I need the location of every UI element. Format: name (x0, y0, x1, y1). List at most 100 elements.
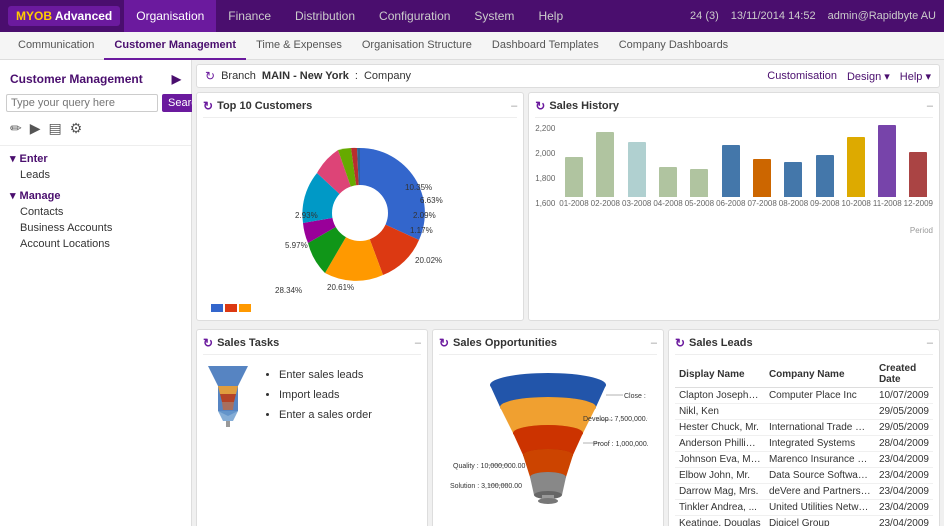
tab-communication[interactable]: Communication (8, 32, 104, 60)
leads-table: Display Name Company Name Created Date C… (675, 361, 933, 526)
top-nav-finance[interactable]: Finance (216, 0, 283, 32)
table-row[interactable]: Hester Chuck, Mr. International Trade Ce… (675, 420, 933, 436)
task-enter-order[interactable]: Enter a sales order (279, 406, 372, 426)
bar-value (816, 155, 834, 197)
svg-text:1.17%: 1.17% (410, 226, 433, 235)
widget-sales-leads-title: ↻ Sales Leads (675, 336, 753, 350)
user-display[interactable]: admin@Rapidbyte AU (828, 10, 936, 22)
opp-funnel-chart: Close : 800,000.00 Develop : 7,500,000.0… (448, 365, 648, 525)
sidebar-title: Customer Management (10, 72, 143, 86)
widget-grid-top: ↻ Top 10 Customers – (196, 92, 940, 325)
company-label: Company (364, 70, 411, 82)
widget-top10-collapse[interactable]: – (511, 100, 517, 112)
svg-text:6.63%: 6.63% (420, 196, 443, 205)
task-enter-leads[interactable]: Enter sales leads (279, 366, 372, 386)
table-row[interactable]: Darrow Mag, Mrs. deVere and Partners (UK… (675, 484, 933, 500)
bar-05-2008: 05-2008 (685, 169, 714, 208)
top-nav-configuration[interactable]: Configuration (367, 0, 462, 32)
lead-date: 29/05/2009 (875, 420, 933, 436)
sidebar-toolbar: ✏ ▶ ▤ ⚙ (0, 120, 191, 146)
sidebar-collapse-icon[interactable]: ▶ (172, 72, 181, 86)
sidebar-item-account-locations[interactable]: Account Locations (0, 236, 191, 252)
search-input[interactable] (6, 94, 158, 112)
sales-history-refresh[interactable]: ↻ (535, 99, 545, 113)
col-company-name: Company Name (765, 361, 875, 388)
widget-top10-refresh[interactable]: ↻ (203, 99, 213, 113)
branch-actions: Customisation Design ▾ Help ▾ (767, 70, 931, 83)
sales-tasks-refresh[interactable]: ↻ (203, 336, 213, 350)
svg-text:Develop : 7,500,000.00: Develop : 7,500,000.00 (583, 416, 648, 423)
play-icon[interactable]: ▶ (30, 120, 41, 137)
pie-legend (203, 302, 517, 314)
svg-text:Quality : 10,000,000.00: Quality : 10,000,000.00 (453, 463, 525, 470)
datetime-display: 13/11/2014 14:52 (731, 10, 816, 22)
sidebar-item-business-accounts[interactable]: Business Accounts (0, 220, 191, 236)
svg-text:Proof : 1,000,000.00: Proof : 1,000,000.00 (593, 441, 648, 448)
chart-icon[interactable]: ▤ (49, 120, 62, 137)
sales-leads-collapse[interactable]: – (927, 337, 933, 349)
top-nav-help[interactable]: Help (526, 0, 575, 32)
widget-sales-tasks: ↻ Sales Tasks – (196, 329, 428, 526)
sales-leads-refresh[interactable]: ↻ (675, 336, 685, 350)
sales-opp-refresh[interactable]: ↻ (439, 336, 449, 350)
alerts-badge[interactable]: 24 (3) (690, 10, 719, 22)
lead-company: Marenco Insurance Sales Center (765, 452, 875, 468)
top-nav-organisation[interactable]: Organisation (124, 0, 216, 32)
lead-name: Johnson Eva, Mrs. (675, 452, 765, 468)
gear-icon[interactable]: ⚙ (70, 120, 83, 137)
app-logo: MYOB Advanced (8, 6, 120, 26)
sales-history-collapse[interactable]: – (927, 100, 933, 112)
widget-sales-history-header: ↻ Sales History – (535, 99, 933, 118)
tab-dashboard-templates[interactable]: Dashboard Templates (482, 32, 609, 60)
lead-name: Tinkler Andrea, ... (675, 500, 765, 516)
help-button[interactable]: Help ▾ (900, 70, 931, 83)
widget-sales-opp-header: ↻ Sales Opportunities – (439, 336, 657, 355)
table-row[interactable]: Anderson Phillip, ... Integrated Systems… (675, 436, 933, 452)
sidebar-item-leads[interactable]: Leads (0, 167, 191, 183)
sidebar-header: Customer Management ▶ (0, 68, 191, 94)
tab-company-dashboards[interactable]: Company Dashboards (609, 32, 738, 60)
sales-opp-collapse[interactable]: – (651, 337, 657, 349)
widget-top10customers-title: ↻ Top 10 Customers (203, 99, 312, 113)
tab-time-expenses[interactable]: Time & Expenses (246, 32, 352, 60)
main-layout: Customer Management ▶ Search ✏ ▶ ▤ ⚙ ▾ E… (0, 60, 944, 526)
customisation-button[interactable]: Customisation (767, 70, 837, 83)
lead-date: 23/04/2009 (875, 516, 933, 526)
table-row[interactable]: Clapton Joseph, ... Computer Place Inc 1… (675, 388, 933, 404)
bar-chart: 01-2008 02-2008 03-2008 04-2008 05-2008 … (559, 124, 933, 224)
table-row[interactable]: Tinkler Andrea, ... United Utilities Net… (675, 500, 933, 516)
table-row[interactable]: Keatinge, Douglas Digicel Group 23/04/20… (675, 516, 933, 526)
bar-value (722, 145, 740, 197)
lead-date: 29/05/2009 (875, 404, 933, 420)
lead-date: 23/04/2009 (875, 452, 933, 468)
table-row[interactable]: Nikl, Ken 29/05/2009 (675, 404, 933, 420)
pencil-icon[interactable]: ✏ (10, 120, 22, 137)
sidebar-search-area: Search (0, 94, 191, 120)
lead-name: Elbow John, Mr. (675, 468, 765, 484)
bar-04-2008: 04-2008 (653, 167, 682, 208)
col-display-name: Display Name (675, 361, 765, 388)
sidebar-item-contacts[interactable]: Contacts (0, 204, 191, 220)
table-row[interactable]: Elbow John, Mr. Data Source Software Cor… (675, 468, 933, 484)
tab-customer-management[interactable]: Customer Management (104, 32, 246, 60)
bar-value (878, 125, 896, 197)
sales-tasks-collapse[interactable]: – (415, 337, 421, 349)
table-row[interactable]: Johnson Eva, Mrs. Marenco Insurance Sale… (675, 452, 933, 468)
top-nav-system[interactable]: System (462, 0, 526, 32)
design-button[interactable]: Design ▾ (847, 70, 890, 83)
lead-date: 23/04/2009 (875, 468, 933, 484)
branch-refresh-icon[interactable]: ↻ (205, 69, 215, 83)
lead-date: 10/07/2009 (875, 388, 933, 404)
tasks-list: Enter sales leads Import leads Enter a s… (263, 366, 372, 425)
bar-value (659, 167, 677, 197)
bar-value (690, 169, 708, 197)
task-import-leads[interactable]: Import leads (279, 386, 372, 406)
opp-funnel-wrapper: Close : 800,000.00 Develop : 7,500,000.0… (439, 361, 657, 526)
tab-organisation-structure[interactable]: Organisation Structure (352, 32, 482, 60)
branch-bar: ↻ Branch MAIN - New York : Company Custo… (196, 64, 940, 88)
lead-name: Keatinge, Douglas (675, 516, 765, 526)
top-nav-distribution[interactable]: Distribution (283, 0, 367, 32)
svg-text:20.61%: 20.61% (327, 283, 354, 292)
second-navigation: Communication Customer Management Time &… (0, 32, 944, 60)
bar-08-2008: 08-2008 (779, 162, 808, 208)
